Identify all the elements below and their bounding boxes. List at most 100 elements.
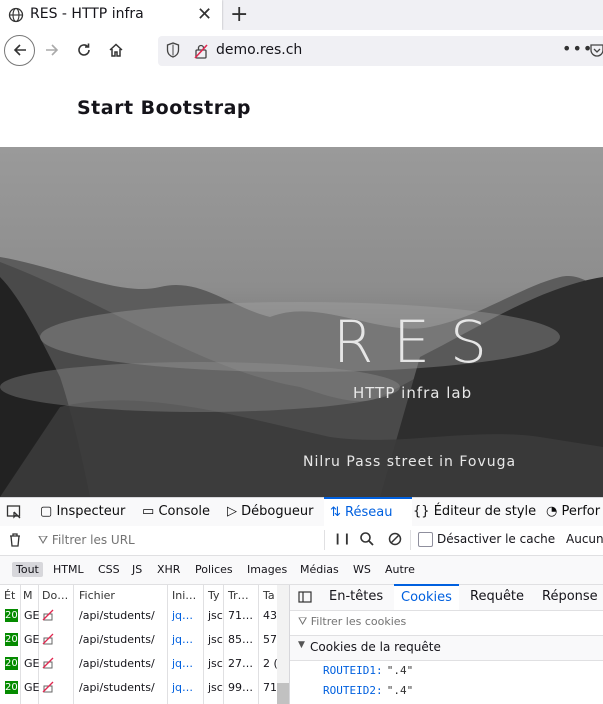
element-picker-icon[interactable] xyxy=(6,498,22,526)
search-icon[interactable] xyxy=(359,531,375,551)
debugger-icon: ▷ xyxy=(227,504,237,519)
tab-label: Débogueur xyxy=(241,504,314,519)
back-button[interactable] xyxy=(4,35,35,66)
cookie-value: ".4" xyxy=(386,664,414,677)
console-icon: ▭ xyxy=(142,504,155,519)
filter-all[interactable]: Tout xyxy=(12,562,43,577)
globe-icon xyxy=(8,7,24,27)
url-text[interactable]: demo.res.ch xyxy=(216,42,302,58)
column-header-method[interactable]: M xyxy=(23,589,33,602)
inspector-icon: ▢ xyxy=(40,504,53,519)
tab-headers[interactable]: En-têtes xyxy=(329,585,383,609)
column-header-initiator[interactable]: Ini… xyxy=(172,589,196,602)
request-list-scrollbar[interactable] xyxy=(277,585,289,704)
tab-label: Perfor xyxy=(561,504,601,519)
reload-button[interactable] xyxy=(69,35,99,65)
tab-network[interactable]: ⇅ Réseau xyxy=(324,497,412,527)
cookie-name: ROUTEID1: xyxy=(323,664,383,677)
table-row[interactable]: 20 GE /api/students/ jq… jsc 85… 57 xyxy=(0,628,277,652)
filter-images[interactable]: Images xyxy=(243,562,291,577)
filter-fonts[interactable]: Polices xyxy=(191,562,237,577)
table-row[interactable]: 20 GE /api/students/ jq… jsc 27… 2 ( xyxy=(0,652,278,676)
initiator-link[interactable]: jq… xyxy=(172,609,193,622)
size-cell: 2 ( xyxy=(263,657,278,670)
tab-inspector[interactable]: ▢ Inspecteur xyxy=(40,498,125,526)
size-cell: 43 xyxy=(263,609,277,622)
transferred-cell: 85… xyxy=(228,633,253,646)
insecure-lock-icon[interactable] xyxy=(194,43,208,63)
tab-debugger[interactable]: ▷ Débogueur xyxy=(227,498,313,526)
filter-other[interactable]: Autre xyxy=(381,562,419,577)
filter-html[interactable]: HTML xyxy=(49,562,88,577)
pause-icon[interactable]: ❙❙ xyxy=(333,532,351,545)
size-cell: 57 xyxy=(263,633,277,646)
cookie-row[interactable]: ROUTEID2: ".4" xyxy=(323,683,413,698)
tab-label: Inspecteur xyxy=(56,504,126,519)
column-header-size[interactable]: Ta xyxy=(263,589,275,602)
navbar-brand[interactable]: Start Bootstrap xyxy=(77,97,251,119)
tracking-shield-icon[interactable] xyxy=(166,42,180,62)
initiator-link[interactable]: jq… xyxy=(172,633,193,646)
cookie-filter-placeholder: Filtrer les cookies xyxy=(310,615,407,628)
table-row[interactable]: 20 GE /api/students/ jq… jsc 71… 43 xyxy=(0,604,277,628)
close-tab-icon[interactable]: ✕ xyxy=(197,4,212,25)
filter-url-input[interactable]: ⛛ Filtrer les URL xyxy=(38,533,135,548)
tab-performance[interactable]: ◔ Perfor xyxy=(546,498,600,526)
tab-cookies[interactable]: Cookies xyxy=(394,584,459,610)
home-button[interactable] xyxy=(101,35,131,65)
tab-request[interactable]: Requête xyxy=(470,585,524,609)
chevron-down-icon: ▼ xyxy=(298,640,305,650)
insecure-lock-icon xyxy=(42,609,54,624)
trash-icon[interactable] xyxy=(8,532,22,552)
hero-title: RES xyxy=(333,308,507,376)
method-cell: GE xyxy=(24,609,40,622)
browser-tab[interactable]: RES - HTTP infra ✕ xyxy=(0,0,222,30)
block-icon[interactable] xyxy=(388,532,402,550)
scrollbar-thumb[interactable] xyxy=(277,683,289,704)
tab-console[interactable]: ▭ Console xyxy=(142,498,210,526)
cookies-section-title: Cookies de la requête xyxy=(310,640,441,654)
hero-subtitle: HTTP infra lab xyxy=(353,384,473,402)
tab-label: Console xyxy=(158,504,211,519)
filter-js[interactable]: JS xyxy=(128,562,146,577)
tab-style-editor[interactable]: {} Éditeur de style xyxy=(413,498,536,526)
pocket-icon[interactable] xyxy=(590,42,603,62)
filter-media[interactable]: Médias xyxy=(296,562,343,577)
column-header-transferred[interactable]: Tr… xyxy=(228,589,249,602)
file-cell: /api/students/ xyxy=(79,681,155,694)
forward-button[interactable] xyxy=(37,35,67,65)
tab-response[interactable]: Réponse xyxy=(542,585,598,609)
column-header-status[interactable]: Ét xyxy=(4,589,15,602)
cookie-filter-input[interactable]: ⛛ Filtrer les cookies xyxy=(298,615,406,629)
filter-ws[interactable]: WS xyxy=(349,562,375,577)
cookies-section-header[interactable]: ▼ Cookies de la requête xyxy=(290,635,603,661)
status-badge: 20 xyxy=(5,657,18,670)
type-cell: jsc xyxy=(208,633,223,646)
new-tab-button[interactable]: + xyxy=(230,2,248,27)
hero-caption: Nilru Pass street in Fovuga xyxy=(303,454,517,470)
network-filter-bar: ⛛ Filtrer les URL ❙❙ Désactiver le cache… xyxy=(0,526,603,556)
type-cell: jsc xyxy=(208,681,223,694)
details-tabs: En-têtes Cookies Requête Réponse xyxy=(290,584,603,611)
page-actions-menu[interactable]: ••• xyxy=(562,39,593,58)
initiator-link[interactable]: jq… xyxy=(172,681,193,694)
filter-css[interactable]: CSS xyxy=(94,562,124,577)
column-header-type[interactable]: Ty xyxy=(208,589,220,602)
column-header-file[interactable]: Fichier xyxy=(79,589,115,602)
initiator-link[interactable]: jq… xyxy=(172,657,193,670)
tab-title: RES - HTTP infra xyxy=(30,6,144,22)
disable-cache-checkbox[interactable] xyxy=(418,532,433,547)
braces-icon: {} xyxy=(413,504,430,519)
filter-xhr[interactable]: XHR xyxy=(153,562,184,577)
url-bar[interactable]: demo.res.ch ••• xyxy=(158,36,603,66)
status-badge: 20 xyxy=(5,609,18,622)
cookie-row[interactable]: ROUTEID1: ".4" xyxy=(323,663,413,678)
insecure-lock-icon xyxy=(42,657,54,672)
cookie-value: ".4" xyxy=(386,684,414,697)
file-cell: /api/students/ xyxy=(79,657,155,670)
file-cell: /api/students/ xyxy=(79,609,155,622)
table-row[interactable]: 20 GE /api/students/ jq… jsc 99… 71 xyxy=(0,676,277,700)
throttle-select[interactable]: Aucun xyxy=(566,532,603,546)
toggle-panel-icon[interactable] xyxy=(298,585,312,609)
column-header-domain[interactable]: Do… xyxy=(42,589,68,602)
